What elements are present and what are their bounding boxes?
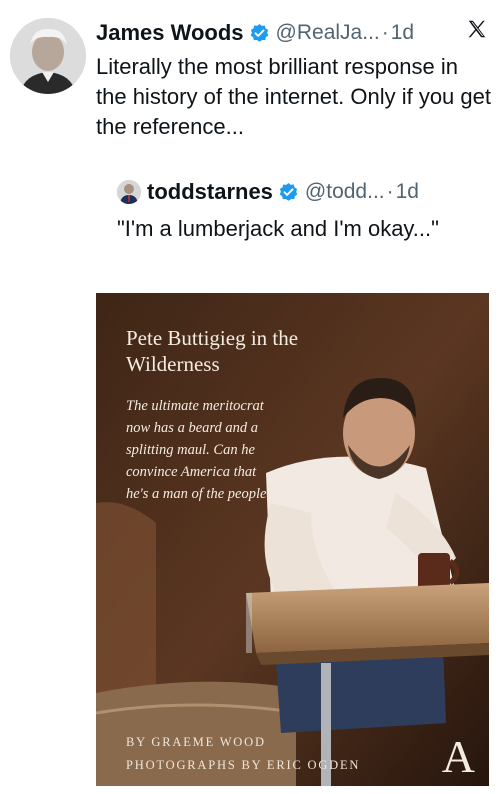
quote-verified-badge-icon	[279, 182, 298, 201]
tweet-text: Literally the most brilliant response in…	[96, 54, 491, 139]
quote-time[interactable]: 1d	[396, 180, 419, 204]
tweet-time[interactable]: 1d	[391, 21, 414, 45]
atlantic-logo: A	[441, 731, 475, 782]
tweet-media-image[interactable]: Pete Buttigieg in the Wilderness The ult…	[96, 293, 489, 786]
tweet-header: James Woods @RealJa... · 1d	[96, 16, 490, 50]
quote-avatar[interactable]	[117, 180, 141, 204]
article-writer-credit: BY GRAEME WOOD	[126, 735, 266, 749]
article-photo-credit: PHOTOGRAPHS BY ERIC OGDEN	[126, 758, 361, 772]
author-name[interactable]: James Woods	[96, 20, 244, 46]
author-avatar[interactable]	[10, 18, 86, 94]
avatar-photo-icon	[10, 18, 86, 94]
quote-avatar-icon	[117, 180, 141, 204]
article-title: Pete Buttigieg in the Wilderness	[126, 326, 299, 376]
separator-dot: ·	[381, 21, 389, 44]
quote-text: "I'm a lumberjack and I'm okay..."	[117, 216, 439, 241]
article-dek: The ultimate meritocrat now has a beard …	[126, 398, 274, 502]
x-logo-icon[interactable]	[466, 18, 488, 40]
quote-author-name[interactable]: toddstarnes	[147, 179, 273, 205]
quote-header: toddstarnes @todd... · 1d	[117, 177, 490, 207]
verified-badge-icon	[250, 23, 268, 42]
quote-author-handle[interactable]: @todd...	[305, 180, 385, 204]
author-handle[interactable]: @RealJa...	[276, 21, 380, 45]
quote-separator-dot: ·	[386, 180, 394, 203]
